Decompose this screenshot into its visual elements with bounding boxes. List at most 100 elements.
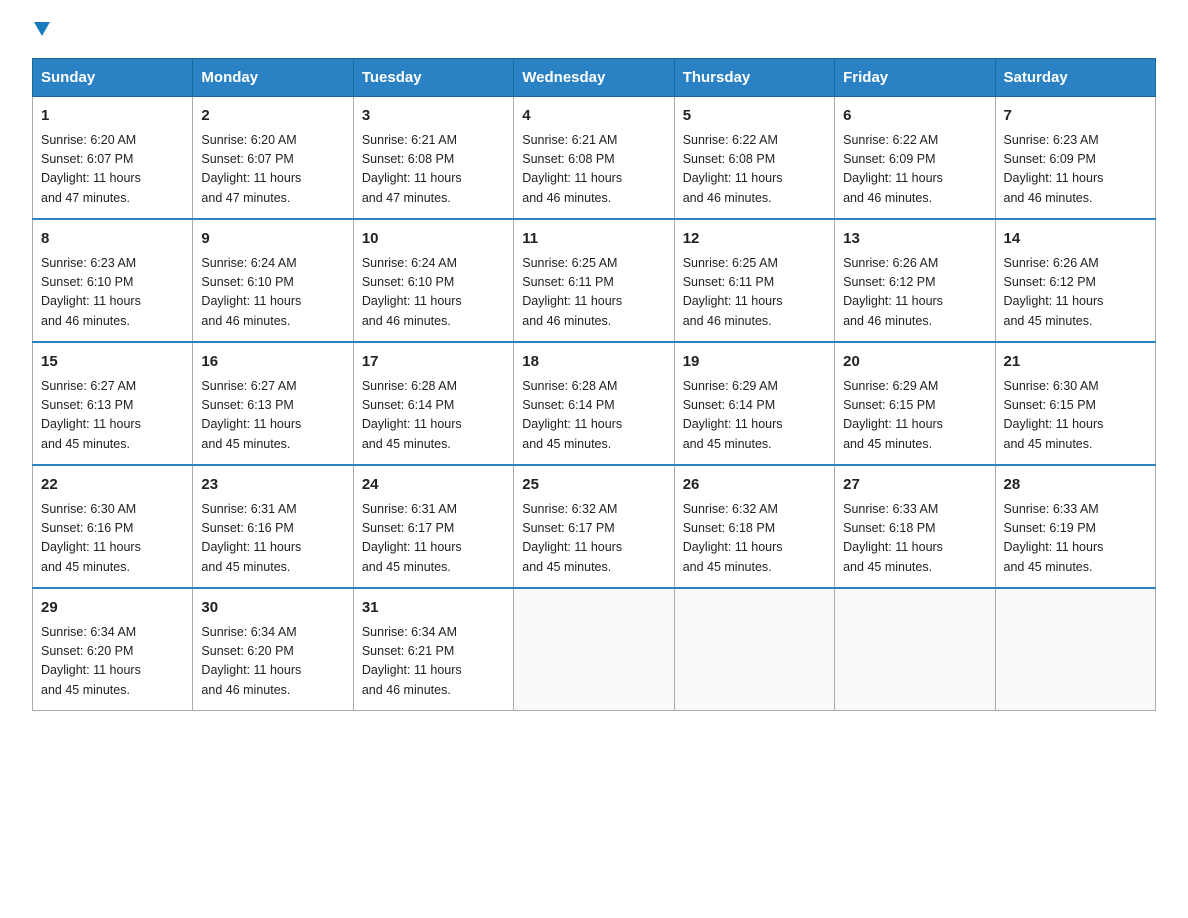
day-info: Sunrise: 6:30 AMSunset: 6:15 PMDaylight:…: [1004, 377, 1147, 455]
day-number: 7: [1004, 105, 1147, 128]
day-number: 5: [683, 105, 826, 128]
calendar-cell: 8 Sunrise: 6:23 AMSunset: 6:10 PMDaylight…: [33, 219, 193, 342]
day-number: 8: [41, 228, 184, 251]
day-info: Sunrise: 6:29 AMSunset: 6:15 PMDaylight:…: [843, 377, 986, 455]
day-info: Sunrise: 6:34 AMSunset: 6:20 PMDaylight:…: [201, 623, 344, 701]
day-info: Sunrise: 6:32 AMSunset: 6:17 PMDaylight:…: [522, 500, 665, 578]
calendar-cell: 30 Sunrise: 6:34 AMSunset: 6:20 PMDayligh…: [193, 588, 353, 711]
page-header: [32, 24, 1156, 38]
calendar-cell: 10 Sunrise: 6:24 AMSunset: 6:10 PMDayligh…: [353, 219, 513, 342]
day-number: 29: [41, 597, 184, 620]
day-number: 15: [41, 351, 184, 374]
weekday-monday: Monday: [193, 59, 353, 97]
day-number: 14: [1004, 228, 1147, 251]
calendar-cell: 31 Sunrise: 6:34 AMSunset: 6:21 PMDayligh…: [353, 588, 513, 711]
week-row-4: 22 Sunrise: 6:30 AMSunset: 6:16 PMDayligh…: [33, 465, 1156, 588]
day-number: 10: [362, 228, 505, 251]
calendar-cell: 5 Sunrise: 6:22 AMSunset: 6:08 PMDaylight…: [674, 97, 834, 220]
day-info: Sunrise: 6:27 AMSunset: 6:13 PMDaylight:…: [41, 377, 184, 455]
weekday-thursday: Thursday: [674, 59, 834, 97]
logo: [32, 24, 50, 38]
day-info: Sunrise: 6:34 AMSunset: 6:20 PMDaylight:…: [41, 623, 184, 701]
day-info: Sunrise: 6:30 AMSunset: 6:16 PMDaylight:…: [41, 500, 184, 578]
calendar-cell: 29 Sunrise: 6:34 AMSunset: 6:20 PMDayligh…: [33, 588, 193, 711]
calendar-cell: 2 Sunrise: 6:20 AMSunset: 6:07 PMDaylight…: [193, 97, 353, 220]
day-info: Sunrise: 6:26 AMSunset: 6:12 PMDaylight:…: [843, 254, 986, 332]
calendar-table: SundayMondayTuesdayWednesdayThursdayFrid…: [32, 58, 1156, 711]
day-number: 9: [201, 228, 344, 251]
day-number: 31: [362, 597, 505, 620]
logo-triangle-icon: [34, 22, 50, 36]
calendar-cell: 21 Sunrise: 6:30 AMSunset: 6:15 PMDayligh…: [995, 342, 1155, 465]
day-info: Sunrise: 6:25 AMSunset: 6:11 PMDaylight:…: [683, 254, 826, 332]
day-number: 28: [1004, 474, 1147, 497]
day-number: 21: [1004, 351, 1147, 374]
calendar-cell: 28 Sunrise: 6:33 AMSunset: 6:19 PMDayligh…: [995, 465, 1155, 588]
calendar-cell: [674, 588, 834, 711]
day-info: Sunrise: 6:21 AMSunset: 6:08 PMDaylight:…: [362, 131, 505, 209]
calendar-cell: 15 Sunrise: 6:27 AMSunset: 6:13 PMDayligh…: [33, 342, 193, 465]
day-number: 26: [683, 474, 826, 497]
day-info: Sunrise: 6:20 AMSunset: 6:07 PMDaylight:…: [41, 131, 184, 209]
week-row-2: 8 Sunrise: 6:23 AMSunset: 6:10 PMDaylight…: [33, 219, 1156, 342]
day-number: 3: [362, 105, 505, 128]
calendar-cell: 1Sunrise: 6:20 AMSunset: 6:07 PMDaylight…: [33, 97, 193, 220]
calendar-cell: [514, 588, 674, 711]
day-info: Sunrise: 6:21 AMSunset: 6:08 PMDaylight:…: [522, 131, 665, 209]
day-number: 13: [843, 228, 986, 251]
day-info: Sunrise: 6:20 AMSunset: 6:07 PMDaylight:…: [201, 131, 344, 209]
day-number: 2: [201, 105, 344, 128]
day-number: 27: [843, 474, 986, 497]
weekday-saturday: Saturday: [995, 59, 1155, 97]
calendar-cell: 6 Sunrise: 6:22 AMSunset: 6:09 PMDaylight…: [835, 97, 995, 220]
day-info: Sunrise: 6:25 AMSunset: 6:11 PMDaylight:…: [522, 254, 665, 332]
calendar-cell: 3 Sunrise: 6:21 AMSunset: 6:08 PMDaylight…: [353, 97, 513, 220]
day-info: Sunrise: 6:34 AMSunset: 6:21 PMDaylight:…: [362, 623, 505, 701]
calendar-header: SundayMondayTuesdayWednesdayThursdayFrid…: [33, 59, 1156, 97]
calendar-cell: 27 Sunrise: 6:33 AMSunset: 6:18 PMDayligh…: [835, 465, 995, 588]
day-number: 6: [843, 105, 986, 128]
day-info: Sunrise: 6:33 AMSunset: 6:19 PMDaylight:…: [1004, 500, 1147, 578]
weekday-header-row: SundayMondayTuesdayWednesdayThursdayFrid…: [33, 59, 1156, 97]
day-info: Sunrise: 6:31 AMSunset: 6:17 PMDaylight:…: [362, 500, 505, 578]
calendar-cell: 16Sunrise: 6:27 AMSunset: 6:13 PMDayligh…: [193, 342, 353, 465]
day-info: Sunrise: 6:31 AMSunset: 6:16 PMDaylight:…: [201, 500, 344, 578]
day-number: 4: [522, 105, 665, 128]
day-number: 12: [683, 228, 826, 251]
day-info: Sunrise: 6:23 AMSunset: 6:10 PMDaylight:…: [41, 254, 184, 332]
week-row-5: 29 Sunrise: 6:34 AMSunset: 6:20 PMDayligh…: [33, 588, 1156, 711]
day-info: Sunrise: 6:28 AMSunset: 6:14 PMDaylight:…: [362, 377, 505, 455]
weekday-tuesday: Tuesday: [353, 59, 513, 97]
day-info: Sunrise: 6:33 AMSunset: 6:18 PMDaylight:…: [843, 500, 986, 578]
day-number: 11: [522, 228, 665, 251]
calendar-cell: 19 Sunrise: 6:29 AMSunset: 6:14 PMDayligh…: [674, 342, 834, 465]
calendar-cell: 17 Sunrise: 6:28 AMSunset: 6:14 PMDayligh…: [353, 342, 513, 465]
calendar-body: 1Sunrise: 6:20 AMSunset: 6:07 PMDaylight…: [33, 97, 1156, 711]
day-info: Sunrise: 6:24 AMSunset: 6:10 PMDaylight:…: [362, 254, 505, 332]
calendar-cell: 14Sunrise: 6:26 AMSunset: 6:12 PMDayligh…: [995, 219, 1155, 342]
calendar-cell: 12 Sunrise: 6:25 AMSunset: 6:11 PMDayligh…: [674, 219, 834, 342]
day-info: Sunrise: 6:24 AMSunset: 6:10 PMDaylight:…: [201, 254, 344, 332]
day-number: 17: [362, 351, 505, 374]
calendar-cell: [835, 588, 995, 711]
calendar-cell: 7 Sunrise: 6:23 AMSunset: 6:09 PMDaylight…: [995, 97, 1155, 220]
day-number: 19: [683, 351, 826, 374]
day-info: Sunrise: 6:22 AMSunset: 6:09 PMDaylight:…: [843, 131, 986, 209]
day-number: 16: [201, 351, 344, 374]
day-number: 18: [522, 351, 665, 374]
day-info: Sunrise: 6:22 AMSunset: 6:08 PMDaylight:…: [683, 131, 826, 209]
calendar-cell: 22 Sunrise: 6:30 AMSunset: 6:16 PMDayligh…: [33, 465, 193, 588]
day-number: 22: [41, 474, 184, 497]
weekday-friday: Friday: [835, 59, 995, 97]
day-info: Sunrise: 6:29 AMSunset: 6:14 PMDaylight:…: [683, 377, 826, 455]
day-info: Sunrise: 6:32 AMSunset: 6:18 PMDaylight:…: [683, 500, 826, 578]
calendar-cell: 4 Sunrise: 6:21 AMSunset: 6:08 PMDaylight…: [514, 97, 674, 220]
weekday-wednesday: Wednesday: [514, 59, 674, 97]
calendar-cell: 24Sunrise: 6:31 AMSunset: 6:17 PMDayligh…: [353, 465, 513, 588]
calendar-cell: 9 Sunrise: 6:24 AMSunset: 6:10 PMDaylight…: [193, 219, 353, 342]
calendar-cell: 18Sunrise: 6:28 AMSunset: 6:14 PMDayligh…: [514, 342, 674, 465]
calendar-cell: 26 Sunrise: 6:32 AMSunset: 6:18 PMDayligh…: [674, 465, 834, 588]
day-number: 20: [843, 351, 986, 374]
day-number: 30: [201, 597, 344, 620]
day-info: Sunrise: 6:23 AMSunset: 6:09 PMDaylight:…: [1004, 131, 1147, 209]
